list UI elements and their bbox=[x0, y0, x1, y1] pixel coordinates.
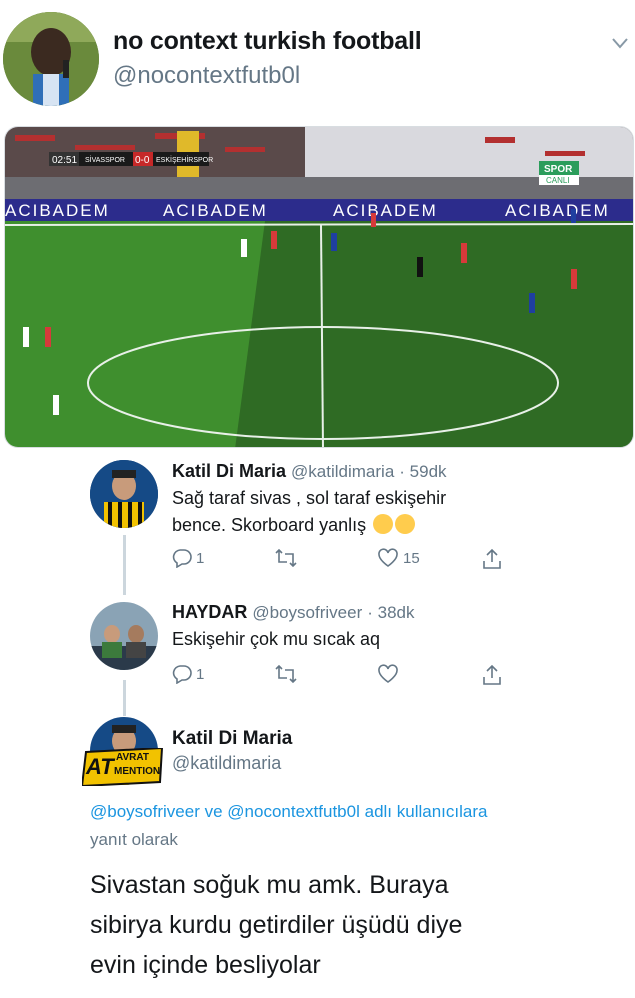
thread-line bbox=[123, 680, 126, 716]
main-tweet-text-line: evin içinde besliyolar bbox=[90, 951, 321, 979]
reply-avatar[interactable] bbox=[90, 602, 158, 670]
laughing-emoji-icon bbox=[373, 514, 394, 534]
retweet-button[interactable] bbox=[274, 664, 302, 684]
profile-name[interactable]: no context turkish football bbox=[113, 27, 422, 56]
reply-author[interactable]: HAYDAR @boysofriveer · 38dk bbox=[172, 602, 415, 623]
channel-name: SPOR bbox=[544, 164, 573, 175]
reply-author-name[interactable]: HAYDAR bbox=[172, 602, 247, 622]
share-icon bbox=[483, 548, 501, 569]
match-clock: 02:51 bbox=[52, 155, 77, 166]
replying-to: @boysofriveer ve @nocontextfutb0l adlı k… bbox=[90, 798, 510, 854]
reply-text: Sağ taraf sivas , sol taraf eskişehir be… bbox=[172, 485, 446, 539]
away-team: ESKİŞEHİRSPOR bbox=[156, 155, 213, 164]
reply-icon bbox=[172, 665, 192, 684]
reply-button[interactable]: 1 bbox=[172, 548, 204, 568]
main-tweet-author-handle[interactable]: @katildimaria bbox=[172, 753, 281, 774]
reply-handle[interactable]: @boysofriveer bbox=[252, 603, 362, 622]
profile-avatar[interactable] bbox=[3, 12, 99, 106]
heart-icon bbox=[378, 664, 398, 683]
ad-board-text-3: ACIBADEM bbox=[333, 201, 438, 220]
main-tweet-text-line: sibirya kurdu getirdiler üşüdü diye bbox=[90, 911, 463, 939]
replying-suffix: yanıt olarak bbox=[90, 830, 178, 849]
retweet-icon bbox=[275, 548, 297, 568]
reply-avatar[interactable] bbox=[90, 460, 158, 528]
profile-handle[interactable]: @nocontextfutb0l bbox=[113, 62, 300, 90]
like-count: 15 bbox=[403, 549, 420, 567]
heart-icon bbox=[378, 548, 398, 567]
match-photo[interactable]: ACIBADEM ACIBADEM ACIBADEM ACIBADEM 02:5… bbox=[4, 126, 634, 448]
mention-link[interactable]: @boysofriveer bbox=[90, 802, 200, 821]
like-button[interactable]: 15 bbox=[377, 548, 420, 568]
like-button[interactable] bbox=[377, 664, 403, 684]
replying-and: ve bbox=[204, 802, 223, 821]
retweet-icon bbox=[275, 664, 297, 684]
reply-button[interactable]: 1 bbox=[172, 664, 204, 684]
scoreboard: 02:51 SİVASSPOR 0-0 ESKİŞEHİRSPOR bbox=[49, 152, 213, 166]
badge-text-avrat: AVRAT bbox=[116, 752, 149, 763]
home-team: SİVASSPOR bbox=[85, 155, 125, 164]
main-tweet-text: Sivastan soğuk mu amk. Buraya sibirya ku… bbox=[90, 865, 610, 985]
badge-text-mention: MENTION bbox=[114, 766, 161, 777]
reply-text: Eskişehir çok mu sıcak aq bbox=[172, 626, 380, 653]
reply-text-line: bence. Skorboard yanlış bbox=[172, 515, 367, 535]
share-icon bbox=[483, 664, 501, 685]
thread-line bbox=[123, 535, 126, 595]
reply-time[interactable]: · 59dk bbox=[399, 462, 446, 481]
reply-text-line: Sağ taraf sivas , sol taraf eskişehir bbox=[172, 488, 447, 508]
mention-link[interactable]: @nocontextfutb0l bbox=[227, 802, 360, 821]
badge-text-at: AT bbox=[86, 754, 114, 779]
match-score: 0-0 bbox=[135, 155, 150, 166]
replying-adli: adlı bbox=[364, 802, 393, 821]
reply-author-name[interactable]: Katil Di Maria bbox=[172, 461, 286, 481]
replying-users-link[interactable]: kullanıcılara bbox=[397, 802, 488, 821]
channel-live: CANLI bbox=[546, 176, 570, 185]
laughing-emoji-icon bbox=[395, 514, 416, 534]
reply-count: 1 bbox=[196, 665, 205, 683]
retweet-button[interactable] bbox=[274, 548, 302, 568]
reply-handle[interactable]: @katildimaria bbox=[291, 462, 394, 481]
ad-board-text-4: ACIBADEM bbox=[505, 201, 610, 220]
avatar-badge: AT AVRAT MENTION bbox=[80, 746, 164, 788]
reply-icon bbox=[172, 549, 192, 568]
reply-text-line: Eskişehir çok mu sıcak aq bbox=[172, 629, 381, 649]
reply-author[interactable]: Katil Di Maria @katildimaria · 59dk bbox=[172, 461, 447, 482]
share-button[interactable] bbox=[482, 548, 502, 570]
reply-time[interactable]: · 38dk bbox=[367, 603, 414, 622]
main-tweet-text-line: Sivastan soğuk mu amk. Buraya bbox=[90, 871, 449, 899]
channel-logo: SPOR CANLI bbox=[539, 161, 579, 185]
ad-board-text-2: ACIBADEM bbox=[163, 201, 268, 220]
chevron-down-icon[interactable] bbox=[612, 36, 628, 50]
reply-count: 1 bbox=[196, 549, 205, 567]
ad-board-text-1: ACIBADEM bbox=[5, 201, 110, 220]
share-button[interactable] bbox=[482, 664, 502, 686]
main-tweet-author-name[interactable]: Katil Di Maria bbox=[172, 728, 292, 750]
